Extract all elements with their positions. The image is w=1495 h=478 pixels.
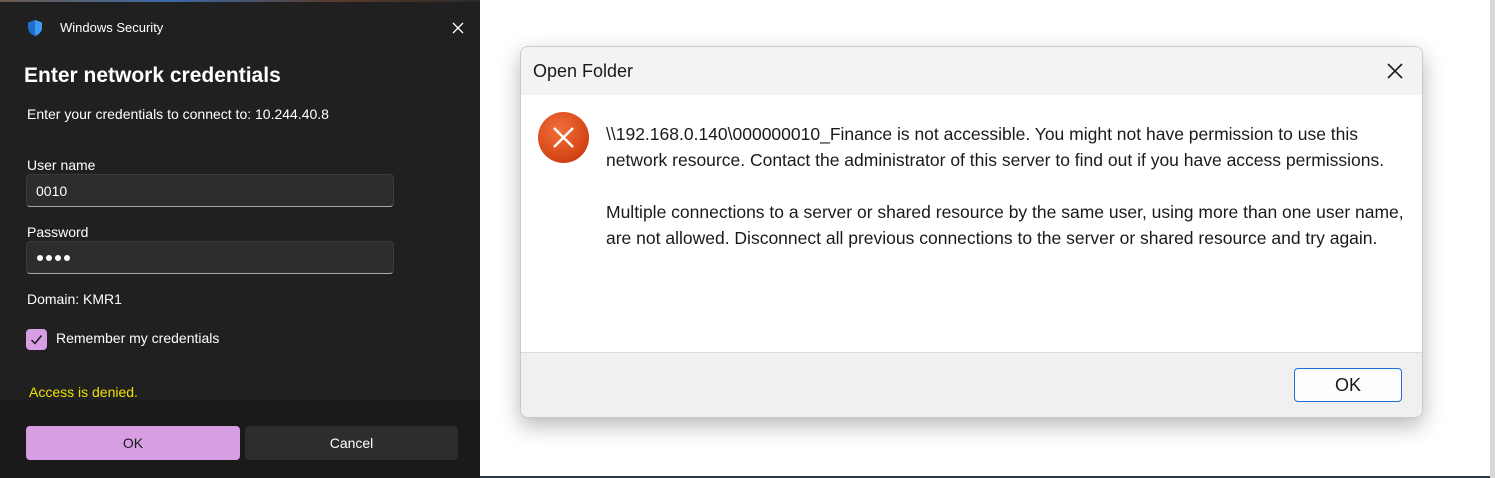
dialog-heading: Enter network credentials [24,64,281,87]
shield-icon [26,19,44,37]
username-label: User name [27,157,96,173]
cancel-button[interactable]: Cancel [245,426,458,460]
password-mask [37,255,70,261]
error-icon [538,112,589,163]
title-bar: Windows Security [0,2,480,52]
password-dot [55,255,61,261]
error-message: Access is denied. [29,384,138,400]
close-icon[interactable] [1383,59,1407,83]
domain-label: Domain: KMR1 [27,291,122,307]
background-edge [1490,0,1495,478]
message-paragraph: Multiple connections to a server or shar… [606,202,1404,248]
close-icon[interactable] [446,16,470,40]
windows-security-dialog: Windows Security Enter network credentia… [0,2,480,478]
app-title: Windows Security [60,20,164,35]
password-input[interactable] [26,241,394,274]
remember-label: Remember my credentials [56,330,220,346]
connect-prompt: Enter your credentials to connect to: 10… [27,106,329,122]
username-value: 0010 [36,183,68,199]
button-bar: OK [521,352,1422,417]
remember-checkbox[interactable] [26,329,47,350]
open-folder-dialog: Open Folder \\192.168.0.140\000000010_Fi… [520,46,1423,418]
password-dot [37,255,43,261]
error-message: \\192.168.0.140\000000010_Finance is not… [606,121,1406,251]
password-label: Password [27,224,89,240]
password-dot [46,255,52,261]
dialog-title: Open Folder [533,61,634,81]
checkmark-icon [30,335,43,345]
button-bar: OK Cancel [0,400,480,478]
title-bar: Open Folder [521,47,1422,95]
password-dot [64,255,70,261]
ok-button[interactable]: OK [26,426,240,460]
ok-button[interactable]: OK [1294,368,1402,402]
message-paragraph: \\192.168.0.140\000000010_Finance is not… [606,124,1385,170]
username-input[interactable]: 0010 [26,174,394,207]
